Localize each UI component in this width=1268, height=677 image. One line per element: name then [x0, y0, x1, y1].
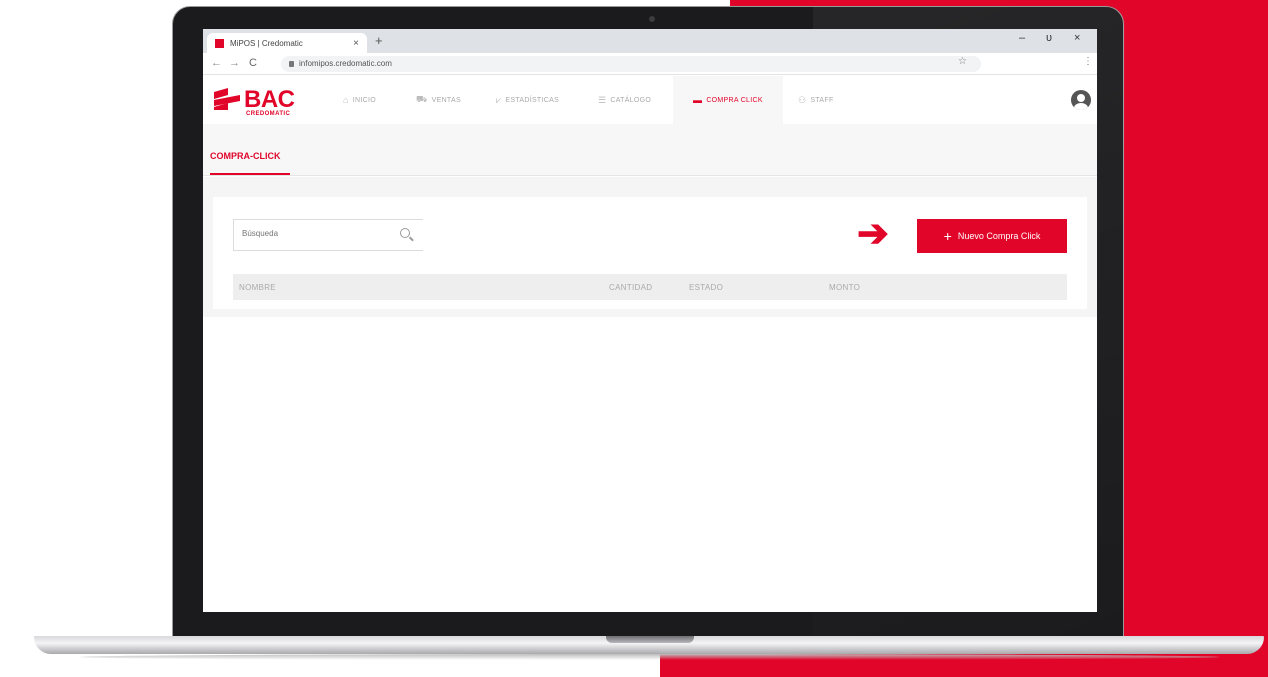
new-compra-click-button[interactable]: + Nuevo Compra Click [917, 219, 1067, 253]
bac-logo-icon [214, 88, 240, 110]
nav-item-ventas[interactable]: ⛟ VENTAS [416, 76, 461, 124]
logo-subtitle: CREDOMATIC [246, 111, 291, 117]
minimize-button[interactable]: – [1019, 32, 1025, 44]
user-avatar-icon[interactable] [1071, 90, 1091, 110]
sub-header: COMPRA-CLICK [203, 124, 1097, 176]
column-header-estado[interactable]: ESTADO [689, 283, 723, 292]
nav-label: CATÁLOGO [610, 96, 652, 104]
lock-icon [289, 61, 294, 67]
tab-compra-click[interactable]: COMPRA-CLICK [210, 151, 281, 161]
bookmark-star-icon[interactable]: ☆ [958, 56, 967, 67]
active-tab-underline [210, 173, 290, 175]
camera-dot [649, 16, 655, 22]
tab-close-icon[interactable]: × [353, 38, 359, 49]
restore-button[interactable]: ᴜ [1046, 32, 1052, 44]
nav-item-estadisticas[interactable]: ⩗ ESTADÍSTICAS [496, 76, 559, 124]
content-card: ➔ + Nuevo Compra Click NOMBRE CANTIDAD E… [213, 197, 1087, 309]
nav-label: ESTADÍSTICAS [505, 96, 560, 104]
cart-icon: ⛟ [416, 94, 428, 104]
column-header-monto[interactable]: MONTO [829, 283, 860, 292]
url-field[interactable]: infomipos.credomatic.com [281, 56, 981, 72]
new-button-label: Nuevo Compra Click [957, 231, 1041, 241]
app-header: BAC CREDOMATIC ⌂ INICIO ⛟ VENTAS ⩗ ESTAD… [203, 76, 1097, 124]
new-tab-button[interactable]: + [375, 33, 383, 48]
list-icon: ☰ [598, 94, 607, 105]
nav-label: INICIO [352, 96, 376, 104]
card-icon: ▬ [693, 95, 703, 105]
nav-item-staff[interactable]: ⚇ STAFF [798, 76, 834, 124]
nav-item-catalogo[interactable]: ☰ CATÁLOGO [598, 76, 651, 124]
search-icon[interactable] [400, 228, 410, 238]
tab-title: MiPOS | Credomatic [230, 38, 303, 48]
logo-text: BAC [244, 86, 295, 113]
people-icon: ⚇ [798, 94, 807, 105]
nav-label: COMPRA CLICK [706, 96, 763, 104]
nav-item-inicio[interactable]: ⌂ INICIO [343, 76, 376, 124]
browser-menu-icon[interactable]: ⋮ [1083, 56, 1093, 67]
laptop-shadow [80, 654, 1220, 660]
column-header-nombre[interactable]: NOMBRE [239, 283, 276, 292]
favicon-icon [215, 38, 224, 48]
laptop-notch [606, 636, 694, 643]
plus-icon: + [943, 228, 952, 244]
table-header: NOMBRE CANTIDAD ESTADO MONTO [233, 274, 1067, 300]
home-icon: ⌂ [343, 95, 349, 105]
close-window-button[interactable]: × [1074, 32, 1080, 44]
chart-icon: ⩗ [496, 94, 502, 105]
main-content: ➔ + Nuevo Compra Click NOMBRE CANTIDAD E… [203, 177, 1097, 612]
forward-button[interactable]: → [229, 57, 240, 69]
laptop-screen: MiPOS | Credomatic × + – ᴜ × ← → C infom… [203, 29, 1097, 612]
nav-item-compra-click[interactable]: ▬ COMPRA CLICK [673, 76, 783, 124]
url-text: infomipos.credomatic.com [299, 59, 392, 68]
browser-tab[interactable]: MiPOS | Credomatic × [207, 33, 367, 53]
address-bar: ← → C infomipos.credomatic.com ☆ ⋮ [203, 53, 1097, 75]
column-header-cantidad[interactable]: CANTIDAD [609, 283, 652, 292]
search-box [233, 219, 423, 251]
nav-label: VENTAS [431, 96, 461, 104]
reload-button[interactable]: C [249, 57, 257, 69]
back-button[interactable]: ← [211, 57, 222, 69]
nav-label: STAFF [810, 96, 834, 104]
browser-tab-bar: MiPOS | Credomatic × + – ᴜ × [203, 29, 1097, 53]
search-input[interactable] [242, 229, 382, 238]
arrow-right-icon: ➔ [857, 213, 889, 255]
